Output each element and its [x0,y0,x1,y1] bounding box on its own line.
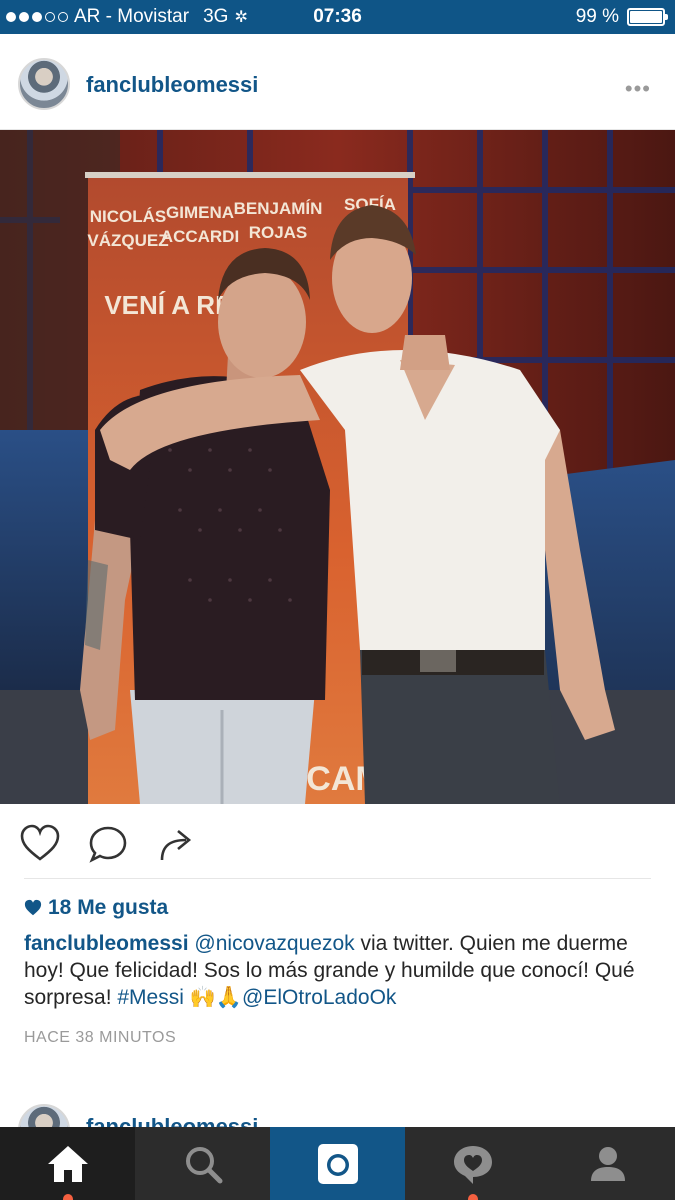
caption-username[interactable]: fanclubleomessi [24,932,189,955]
status-time: 07:36 [313,6,362,27]
banner-surname-1: VÁZQUEZ [87,231,168,250]
mention-elotroladook[interactable]: @ElOtroLadoOk [242,986,396,1009]
post-actions [0,804,675,880]
camera-icon [317,1143,358,1184]
battery-fill [630,11,662,23]
battery-icon [627,8,668,26]
search-icon [185,1146,222,1183]
caption-emoji: 🙌🙏 [183,986,243,1009]
divider [24,878,651,879]
banner-name-3: BENJAMÍN [234,199,323,218]
notification-indicator [62,1194,73,1200]
status-right: 99 % [575,6,668,28]
tab-home[interactable] [0,1127,135,1200]
likes-label: 18 Me gusta [48,896,169,919]
notification-indicator [467,1194,478,1200]
hashtag-messi[interactable]: #Messi [117,986,184,1009]
post-photo-image: NICOLÁS GIMENA BENJAMÍN SOFÍA VÁZQUEZ AC… [0,130,675,804]
profile-icon [590,1146,625,1181]
tab-search[interactable] [135,1127,270,1200]
post-header: fanclubleomessi ••• [0,34,675,130]
home-icon [47,1145,88,1182]
like-heart-icon[interactable] [18,822,62,866]
banner-surname-3: ROJAS [249,223,308,242]
tab-profile[interactable] [540,1127,675,1200]
tab-bar [0,1127,675,1200]
next-post-header: fanclubleomessi [0,1090,675,1130]
banner-name-2: GIMENA [166,203,234,222]
post-caption: fanclubleomessi @nicovazquezok via twitt… [24,930,654,1011]
comment-bubble-icon[interactable] [86,822,130,866]
likes-heart-icon [24,899,42,916]
post-timestamp: HACE 38 MINUTOS [24,1029,177,1046]
tab-camera[interactable] [270,1127,405,1200]
banner-surname-2: ACCARDI [161,227,239,246]
battery-percentage: 99 % [575,6,619,27]
avatar[interactable] [18,58,70,110]
tab-activity[interactable] [405,1127,540,1200]
likes-count[interactable]: 18 Me gusta [24,896,168,920]
status-bar: AR - Movistar 3G ✲ 07:36 99 % [0,0,675,34]
more-options-icon[interactable]: ••• [625,76,651,102]
heart-bubble-icon [453,1145,492,1184]
mention-nicovazquezok[interactable]: @nicovazquezok [194,932,354,955]
post-photo[interactable]: NICOLÁS GIMENA BENJAMÍN SOFÍA VÁZQUEZ AC… [0,130,675,804]
share-arrow-icon[interactable] [154,822,198,866]
post-username[interactable]: fanclubleomessi [86,72,258,98]
banner-name-1: NICOLÁS [90,207,167,226]
